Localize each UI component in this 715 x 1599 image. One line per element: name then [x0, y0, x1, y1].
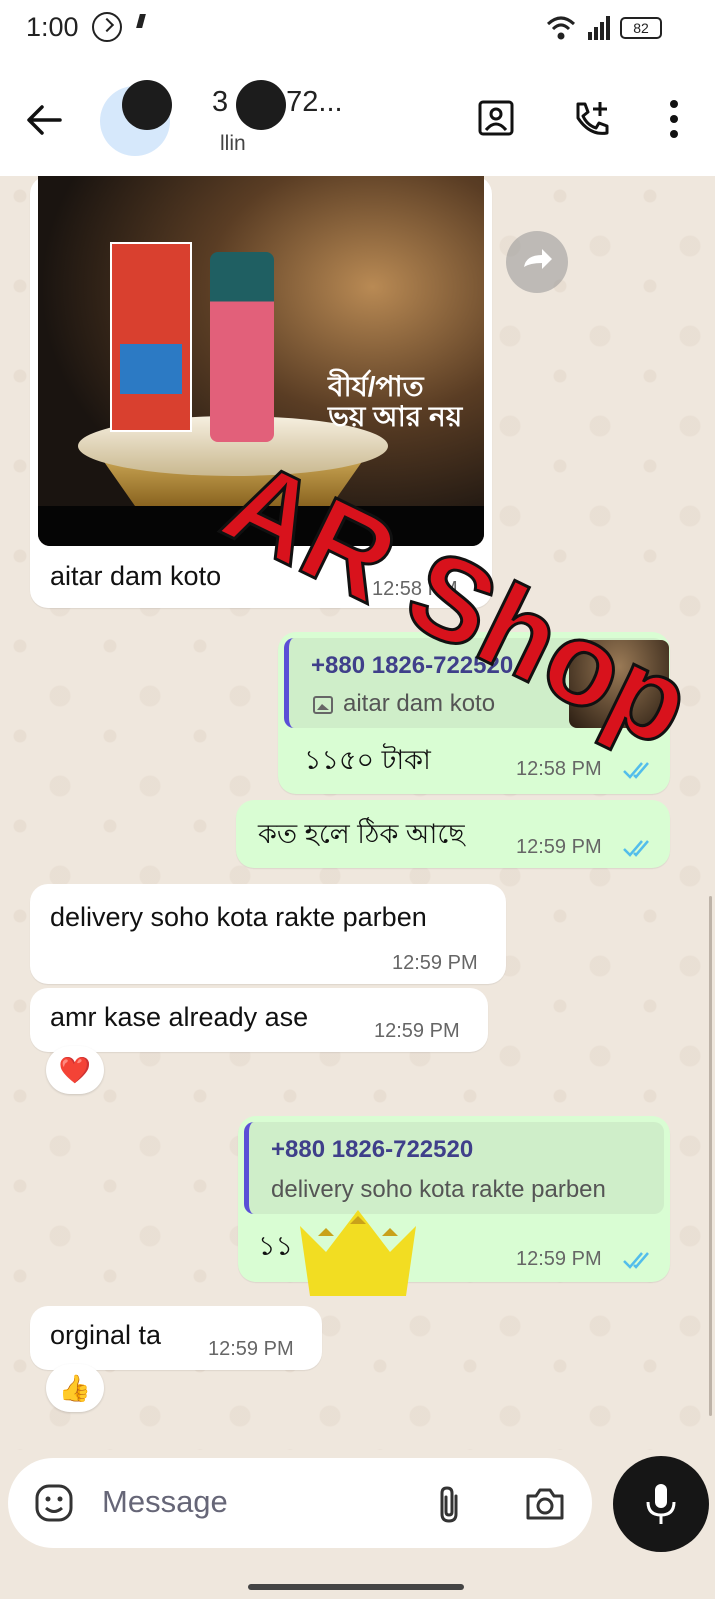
product-box	[110, 242, 192, 432]
mic-icon	[646, 1484, 676, 1524]
quote-text: delivery soho kota rakte parben	[271, 1176, 606, 1203]
contact-subtitle: llin	[220, 132, 246, 155]
wifi-icon	[546, 16, 576, 40]
photo-text: বীর্য/পাত ভয় আর নয়	[328, 371, 463, 432]
chat-area[interactable]: বীর্য/পাত ভয় আর নয় aitar dam koto 12:5…	[0, 176, 715, 1450]
mic-button[interactable]	[613, 1456, 709, 1552]
message-text: ১১	[258, 1231, 294, 1261]
emoji-icon[interactable]	[34, 1483, 74, 1523]
box-panel	[120, 344, 182, 394]
heart-reaction[interactable]: ❤️	[46, 1046, 104, 1094]
video-call-icon[interactable]	[474, 98, 516, 140]
message-time: 12:59 PM	[516, 1248, 602, 1270]
message-time: 12:59 PM	[374, 1020, 460, 1042]
battery-indicator: 82	[620, 17, 662, 39]
quote-sender: +880 1826-722520	[271, 1136, 474, 1163]
status-time: 1:00	[26, 12, 79, 42]
read-ticks-icon	[623, 1252, 649, 1269]
quoted-message[interactable]: +880 1826-722520 delivery soho kota rakt…	[244, 1122, 664, 1214]
back-arrow-icon[interactable]	[24, 100, 64, 140]
redaction-mark	[122, 80, 172, 130]
forward-icon[interactable]	[506, 231, 568, 293]
camera-icon[interactable]	[524, 1484, 566, 1524]
thumbs-up-reaction[interactable]: 👍	[46, 1364, 104, 1412]
message-text: orginal ta	[50, 1320, 162, 1350]
add-call-icon[interactable]	[570, 98, 612, 140]
message-text: delivery soho kota rakte parben	[50, 902, 427, 932]
message-text: কত হলে ঠিক আছে	[258, 819, 465, 849]
chat-header: 3 6-72... llin	[0, 58, 715, 176]
incoming-message[interactable]: amr kase already ase 12:59 PM	[30, 988, 488, 1052]
attach-icon[interactable]	[434, 1484, 464, 1524]
message-time: 12:59 PM	[392, 952, 478, 974]
crown-sticker-icon	[300, 1210, 416, 1296]
message-input[interactable]: Message	[102, 1484, 228, 1520]
message-input-bar[interactable]: Message	[8, 1458, 592, 1548]
notification-icon	[136, 14, 146, 28]
signal-icon	[588, 16, 610, 40]
sync-icon	[92, 12, 122, 42]
scrollbar[interactable]	[709, 896, 712, 1416]
gesture-nav-bar[interactable]	[248, 1584, 464, 1590]
message-time: 12:59 PM	[208, 1338, 294, 1360]
product-can	[210, 252, 274, 442]
redaction-mark	[236, 80, 286, 130]
status-bar: 1:00 82	[0, 0, 715, 58]
more-options-icon[interactable]	[660, 98, 688, 140]
message-text: amr kase already ase	[50, 1002, 309, 1032]
incoming-message[interactable]: orginal ta 12:59 PM	[30, 1306, 322, 1370]
incoming-message[interactable]: delivery soho kota rakte parben 12:59 PM	[30, 884, 506, 984]
